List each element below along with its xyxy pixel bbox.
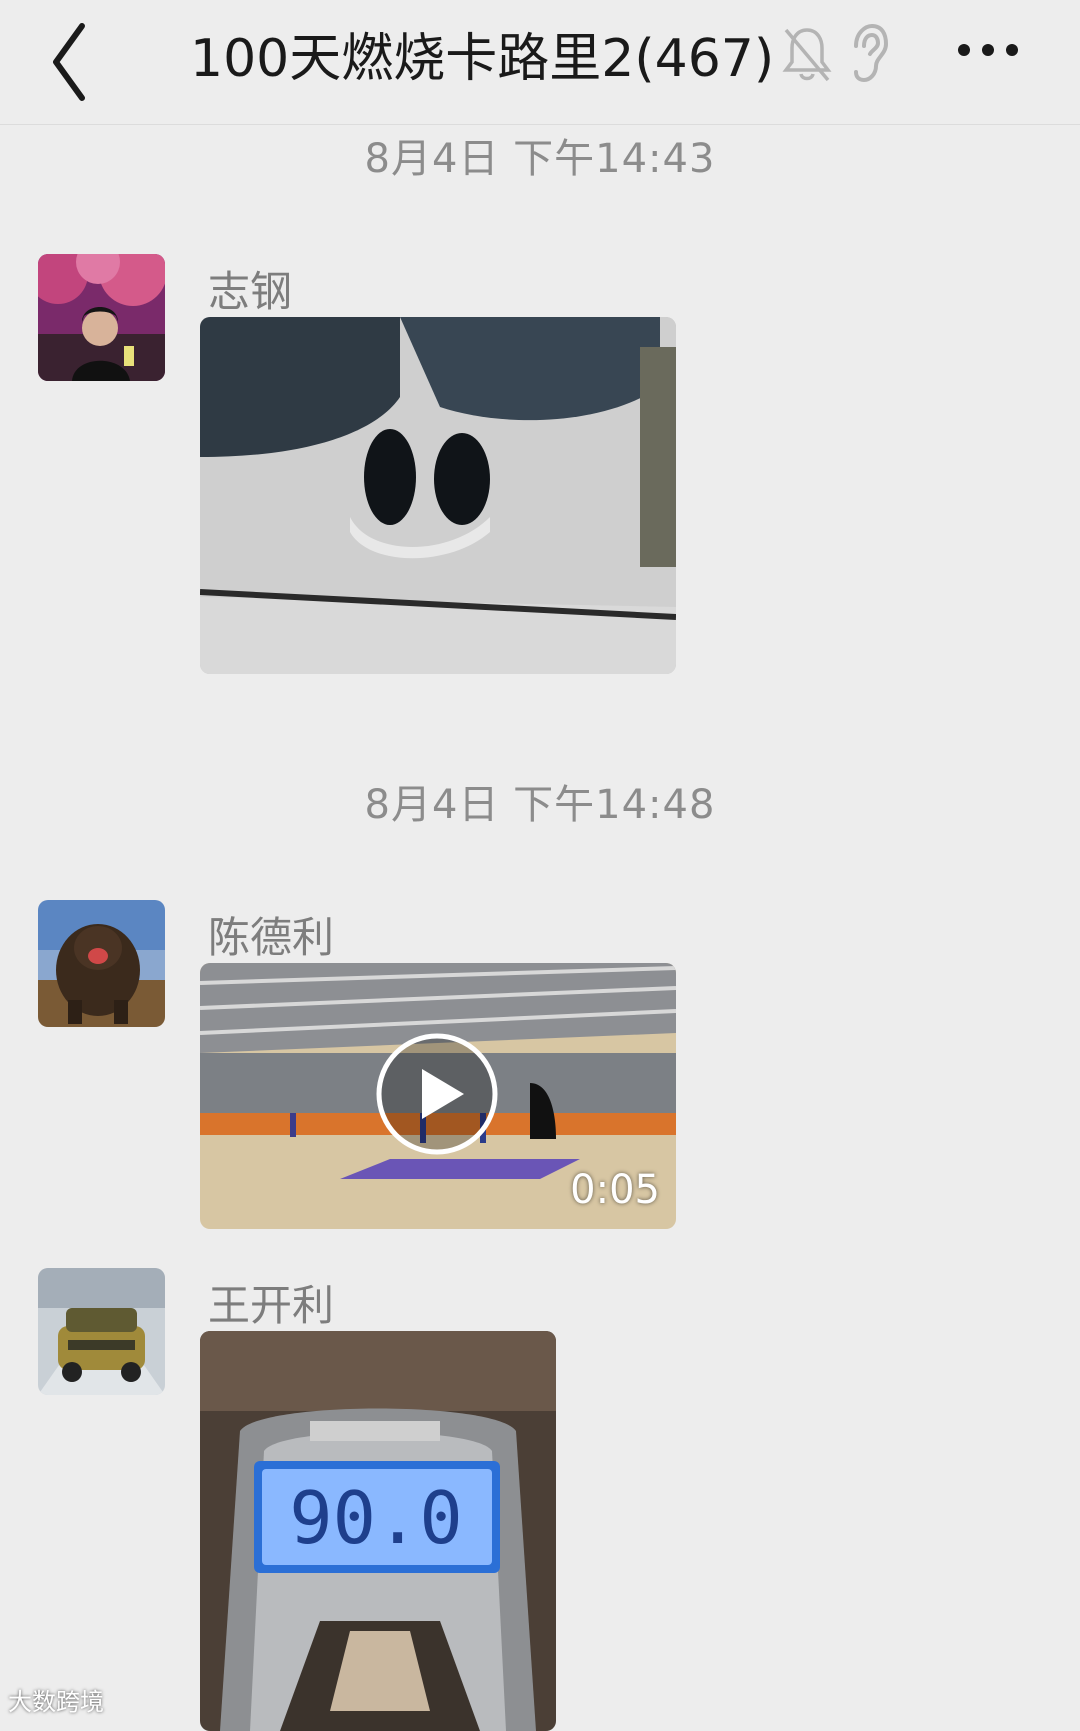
chat-title: 100天燃烧卡路里2(467) xyxy=(190,29,775,89)
sender-name: 陈德利 xyxy=(208,913,335,962)
play-button[interactable] xyxy=(374,1031,500,1157)
more-options-button[interactable] xyxy=(950,20,1046,90)
ear-icon xyxy=(848,22,890,84)
sender-name: 志钢 xyxy=(208,267,293,316)
image-message[interactable] xyxy=(200,317,676,674)
back-button[interactable] xyxy=(40,18,130,108)
more-dots-icon xyxy=(958,44,1018,56)
scale-reading: 90.0 xyxy=(289,1476,462,1560)
video-message[interactable]: 0:05 xyxy=(200,963,676,1229)
message-timestamp: 8月4日 下午14:48 xyxy=(364,782,716,828)
chevron-left-icon xyxy=(53,23,85,101)
bell-muted-icon xyxy=(782,24,832,84)
avatar[interactable] xyxy=(38,900,165,1027)
image-message[interactable]: 90.0 xyxy=(200,1331,556,1731)
video-duration: 0:05 xyxy=(570,1167,660,1213)
avatar[interactable] xyxy=(38,1268,165,1395)
avatar[interactable] xyxy=(38,254,165,381)
sender-name: 王开利 xyxy=(208,1281,335,1330)
chat-header: 100天燃烧卡路里2(467) xyxy=(0,0,1080,125)
play-icon xyxy=(376,1033,498,1155)
message-timestamp: 8月4日 下午14:43 xyxy=(364,136,716,182)
watermark: 大数跨境 xyxy=(8,1688,104,1716)
